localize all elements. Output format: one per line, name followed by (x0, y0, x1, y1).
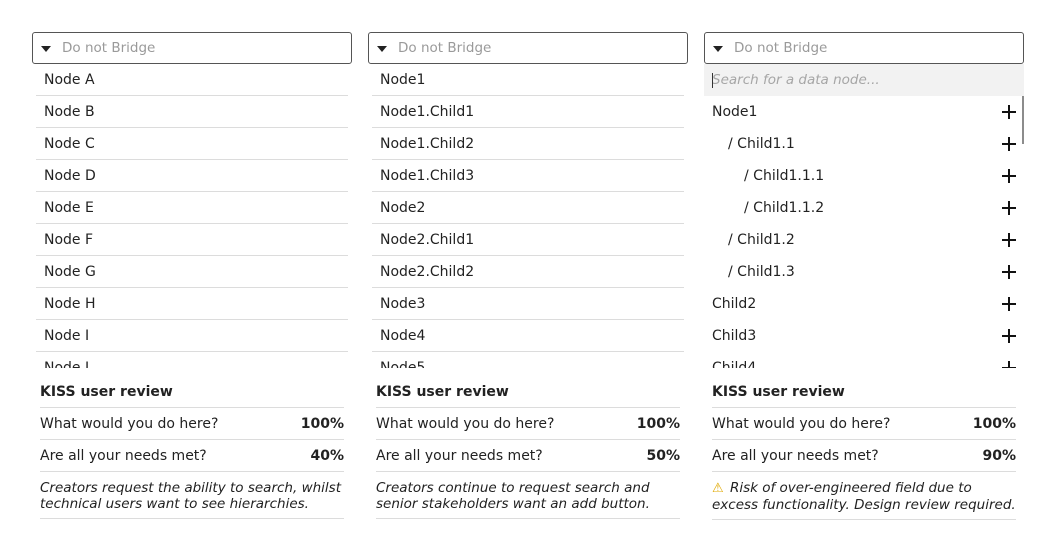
add-icon[interactable] (1002, 297, 1016, 311)
add-icon[interactable] (1002, 137, 1016, 151)
review-title: KISS user review (712, 376, 1016, 408)
review-row: Are all your needs met? 40% (40, 440, 344, 472)
review-row: What would you do here? 100% (40, 408, 344, 440)
add-icon[interactable] (1002, 265, 1016, 279)
review-row: What would you do here? 100% (376, 408, 680, 440)
review-question: Are all your needs met? (712, 447, 879, 464)
tree-item[interactable]: Node1 (704, 96, 1024, 128)
add-icon[interactable] (1002, 361, 1016, 368)
user-review-panel: KISS user review What would you do here?… (40, 376, 344, 519)
list-item[interactable]: Node1 (372, 64, 684, 96)
review-score: 40% (310, 447, 344, 464)
add-icon[interactable] (1002, 169, 1016, 183)
search-input[interactable] (712, 72, 1002, 88)
caret-down-icon (41, 46, 51, 52)
bridge-select[interactable]: Do not Bridge (32, 32, 352, 64)
list-item[interactable]: Node I (36, 320, 348, 352)
tree-item[interactable]: / Child1.1.2 (704, 192, 1024, 224)
review-score: 100% (636, 415, 680, 432)
select-placeholder: Do not Bridge (398, 40, 492, 56)
bridge-select[interactable]: Do not Bridge (368, 32, 688, 64)
review-score: 100% (300, 415, 344, 432)
review-score: 100% (972, 415, 1016, 432)
tree-item-label: Child2 (712, 296, 757, 312)
list-item[interactable]: Node2 (372, 192, 684, 224)
caret-down-icon (713, 46, 723, 52)
list-item[interactable]: Node1.Child1 (372, 96, 684, 128)
review-title: KISS user review (40, 376, 344, 408)
list-item[interactable]: Node F (36, 224, 348, 256)
bridge-field-option-c: Do not Bridge Node1 / Child1.1 / Child1.… (704, 32, 1024, 368)
list-item[interactable]: Node5 (372, 352, 684, 368)
list-item[interactable]: Node E (36, 192, 348, 224)
add-icon[interactable] (1002, 201, 1016, 215)
list-item[interactable]: Node G (36, 256, 348, 288)
review-row: Are all your needs met? 50% (376, 440, 680, 472)
tree-item-label: / Child1.1 (728, 136, 795, 152)
list-item[interactable]: Node4 (372, 320, 684, 352)
bridge-field-option-b: Do not Bridge Node1 Node1.Child1 Node1.C… (368, 32, 688, 368)
list-item[interactable]: Node A (36, 64, 348, 96)
text-cursor (712, 73, 713, 88)
list-item[interactable]: Node1.Child2 (372, 128, 684, 160)
review-row: Are all your needs met? 90% (712, 440, 1016, 472)
review-row: What would you do here? 100% (712, 408, 1016, 440)
tree-item[interactable]: Child4 (704, 352, 1024, 368)
tree-item-label: / Child1.1.1 (744, 168, 825, 184)
select-placeholder: Do not Bridge (734, 40, 828, 56)
dropdown-list[interactable]: Node1 Node1.Child1 Node1.Child2 Node1.Ch… (368, 64, 688, 368)
search-box[interactable] (704, 64, 1024, 96)
review-question: What would you do here? (40, 415, 219, 432)
list-item[interactable]: Node B (36, 96, 348, 128)
tree-item[interactable]: / Child1.1.1 (704, 160, 1024, 192)
add-icon[interactable] (1002, 233, 1016, 247)
list-item[interactable]: Node D (36, 160, 348, 192)
tree-item-label: Node1 (712, 104, 758, 120)
caret-down-icon (377, 46, 387, 52)
list-item[interactable]: Node3 (372, 288, 684, 320)
tree-item-label: Child4 (712, 360, 757, 368)
tree-item[interactable]: / Child1.3 (704, 256, 1024, 288)
tree-item[interactable]: Child2 (704, 288, 1024, 320)
tree-dropdown: Node1 / Child1.1 / Child1.1.1 / Child1.1… (704, 64, 1024, 368)
add-icon[interactable] (1002, 329, 1016, 343)
review-question: What would you do here? (712, 415, 891, 432)
tree-item-label: / Child1.1.2 (744, 200, 825, 216)
review-question: Are all your needs met? (40, 447, 207, 464)
user-review-panel: KISS user review What would you do here?… (376, 376, 680, 519)
review-note: Creators continue to request search and … (376, 472, 680, 519)
tree-item-label: Child3 (712, 328, 757, 344)
tree-list[interactable]: Node1 / Child1.1 / Child1.1.1 / Child1.1… (704, 96, 1024, 368)
list-item[interactable]: Node2.Child2 (372, 256, 684, 288)
review-title: KISS user review (376, 376, 680, 408)
select-placeholder: Do not Bridge (62, 40, 156, 56)
dropdown-list[interactable]: Node A Node B Node C Node D Node E Node … (32, 64, 352, 368)
review-note: Risk of over-engineered field due to exc… (712, 480, 1016, 513)
review-note: Creators request the ability to search, … (40, 472, 344, 519)
user-review-panel: KISS user review What would you do here?… (712, 376, 1016, 520)
review-score: 50% (646, 447, 680, 464)
list-item[interactable]: Node J (36, 352, 348, 368)
bridge-field-option-a: Do not Bridge Node A Node B Node C Node … (32, 32, 352, 368)
list-item[interactable]: Node H (36, 288, 348, 320)
warning-icon: ⚠ (712, 481, 724, 496)
tree-item-label: / Child1.3 (728, 264, 795, 280)
tree-item-label: / Child1.2 (728, 232, 795, 248)
tree-item[interactable]: / Child1.2 (704, 224, 1024, 256)
tree-item[interactable]: Child3 (704, 320, 1024, 352)
list-item[interactable]: Node C (36, 128, 348, 160)
add-icon[interactable] (1002, 105, 1016, 119)
review-score: 90% (982, 447, 1016, 464)
review-question: Are all your needs met? (376, 447, 543, 464)
tree-item[interactable]: / Child1.1 (704, 128, 1024, 160)
scrollbar-thumb[interactable] (1022, 96, 1024, 144)
list-item[interactable]: Node1.Child3 (372, 160, 684, 192)
list-item[interactable]: Node2.Child1 (372, 224, 684, 256)
review-question: What would you do here? (376, 415, 555, 432)
review-note-warning: ⚠ Risk of over-engineered field due to e… (712, 472, 1016, 520)
bridge-select[interactable]: Do not Bridge (704, 32, 1024, 64)
